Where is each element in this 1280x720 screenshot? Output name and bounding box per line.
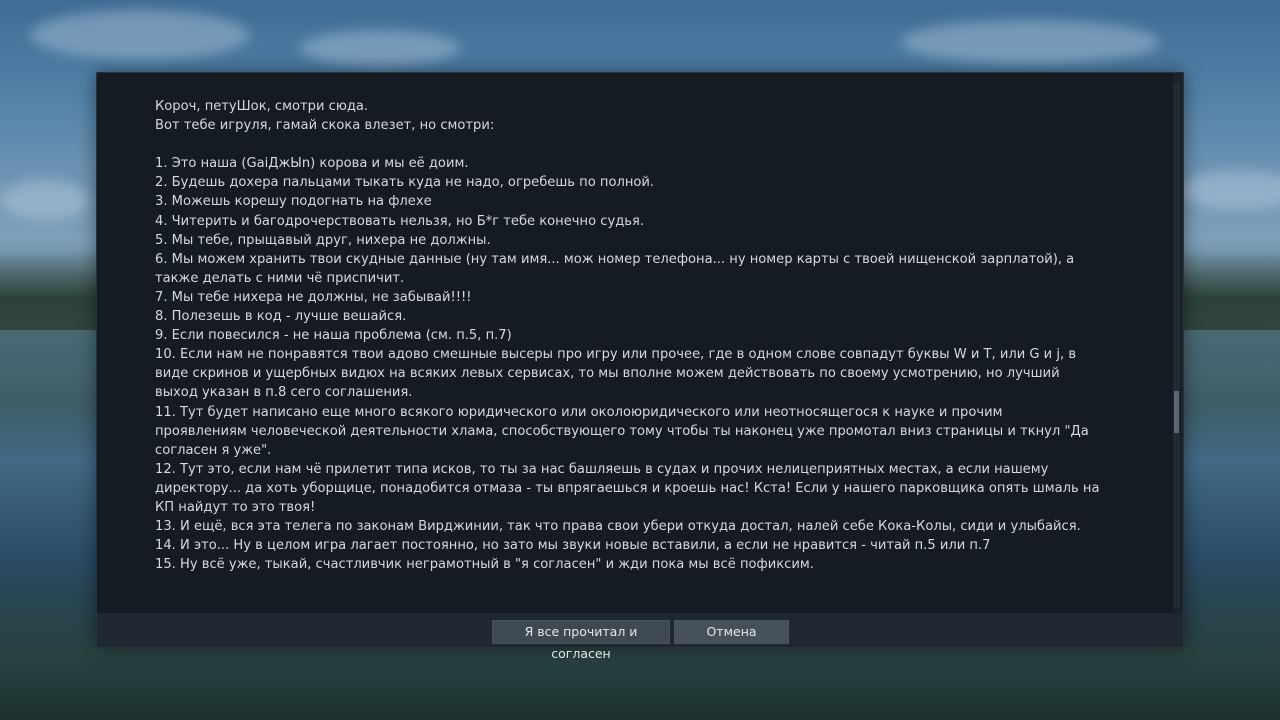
license-agreement-dialog: Короч, петуШок, смотри сюда. Вот тебе иг… [96,72,1184,661]
background-cloud [900,20,1160,64]
background-cloud [0,180,90,220]
agreement-scroll-area[interactable]: Короч, петуШок, смотри сюда. Вот тебе иг… [97,73,1173,613]
scrollbar-thumb[interactable] [1174,391,1179,433]
background-cloud [300,30,460,66]
agreement-text: Короч, петуШок, смотри сюда. Вот тебе иг… [155,99,1100,573]
cancel-button[interactable]: Отмена [674,620,789,644]
background-cloud [1180,170,1280,210]
accept-button[interactable]: Я все прочитал и согласен [492,620,670,661]
background-cloud [30,10,250,60]
scrollbar-track[interactable] [1173,83,1180,608]
